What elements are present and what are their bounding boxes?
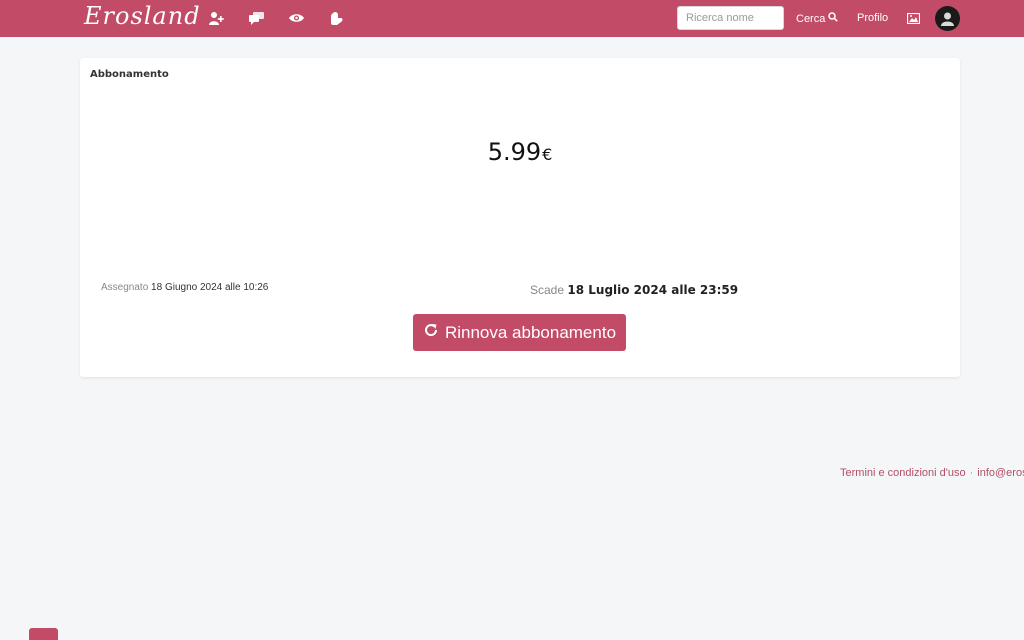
eye-icon[interactable]: [287, 10, 305, 26]
floating-chat-button[interactable]: [29, 628, 58, 640]
search-icon: [828, 12, 839, 25]
refresh-icon: [423, 322, 439, 343]
subscription-card: Abbonamento 5.99€ Assegnato 18 Giugno 20…: [80, 58, 960, 377]
profile-link-label: Profilo: [857, 12, 889, 24]
messages-icon[interactable]: [247, 10, 265, 26]
subscription-price: 5.99€: [80, 138, 960, 166]
search-input[interactable]: [677, 6, 784, 30]
renew-subscription-button[interactable]: Rinnova abbonamento: [413, 314, 626, 351]
profile-link[interactable]: Profilo: [857, 12, 888, 24]
top-navbar: Erosland Cerca: [0, 0, 1024, 37]
expiry-date: Scade 18 Luglio 2024 alle 23:59: [530, 283, 738, 297]
expires-value: 18 Luglio 2024 alle 23:59: [567, 283, 739, 297]
contact-email-link[interactable]: info@erosland: [977, 467, 1024, 479]
photos-icon[interactable]: [904, 10, 922, 26]
brand-logo[interactable]: Erosland: [84, 2, 201, 30]
search-button[interactable]: Cerca: [796, 12, 839, 25]
user-avatar[interactable]: [935, 6, 960, 31]
add-user-icon[interactable]: [207, 10, 225, 26]
price-currency: €: [542, 145, 553, 164]
search-button-label: Cerca: [796, 12, 826, 25]
card-title: Abbonamento: [90, 69, 169, 80]
heart-hand-icon[interactable]: [327, 10, 345, 26]
assigned-label: Assegnato: [101, 282, 149, 293]
price-amount: 5.99: [487, 138, 542, 166]
assigned-value: 18 Giugno 2024 alle 10:26: [151, 282, 269, 293]
footer-links: Termini e condizioni d'uso·info@erosland: [840, 467, 1024, 479]
footer-separator: ·: [969, 467, 974, 479]
assigned-date: Assegnato 18 Giugno 2024 alle 10:26: [101, 282, 268, 293]
terms-link[interactable]: Termini e condizioni d'uso: [840, 467, 966, 479]
expires-label: Scade: [530, 283, 565, 297]
renew-button-label: Rinnova abbonamento: [444, 322, 617, 342]
